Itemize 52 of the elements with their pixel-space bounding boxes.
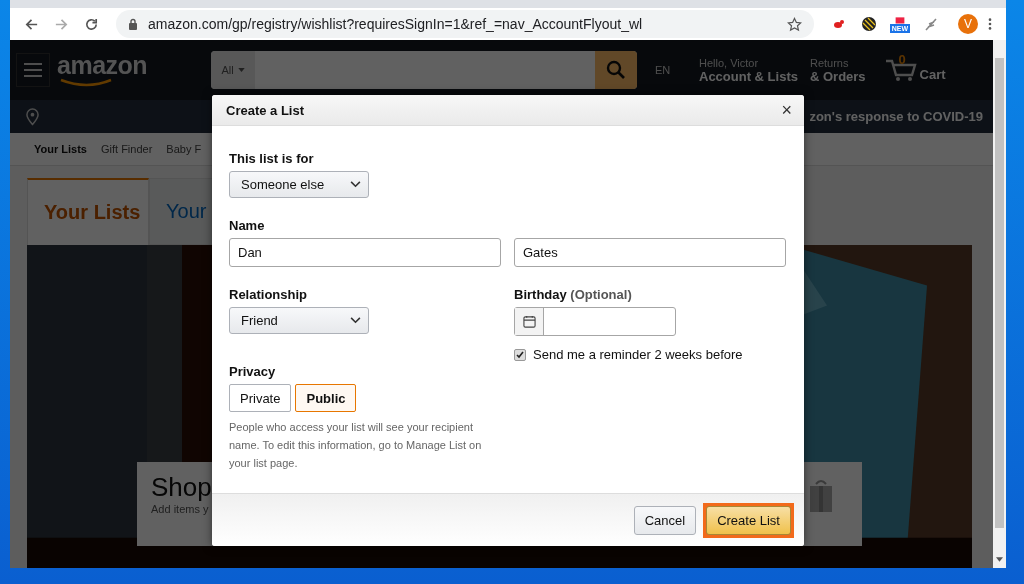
menu-button[interactable] [16, 53, 50, 87]
close-button[interactable]: × [781, 99, 792, 121]
privacy-option[interactable]: Private [229, 384, 292, 413]
dialog-title: Create a List [226, 102, 305, 118]
search-bar[interactable]: All [211, 51, 637, 89]
logo[interactable]: amazon [57, 52, 207, 88]
reminder-label: Send me a reminder 2 weeks before [533, 347, 743, 363]
reminder-checkbox[interactable] [514, 348, 526, 361]
scroll-down-arrow-icon[interactable] [996, 557, 1003, 562]
lock-icon [128, 18, 138, 30]
menu-icon[interactable] [988, 17, 992, 31]
create-list-button[interactable]: Create List [706, 505, 791, 535]
promo-text: Add items y [151, 503, 209, 515]
field-label: This list is for [229, 152, 314, 166]
striped-ball-icon[interactable] [860, 16, 877, 32]
greeting: Hello, Victor [699, 56, 760, 69]
covid-banner-link[interactable]: zon's response to COVID-19 [809, 109, 983, 124]
star-icon[interactable] [786, 16, 802, 32]
language-selector[interactable]: EN [655, 64, 687, 76]
privacy-note: People who access your list will see your recipient name. To edit this information, go to Manage List on your list page. [229, 420, 483, 472]
field-label: Relationship [229, 288, 307, 302]
privacy-option[interactable]: Public [295, 384, 357, 413]
promo-title: Shop [151, 472, 212, 503]
caret-icon[interactable] [237, 68, 245, 72]
orders-link[interactable]: & Orders [809, 68, 866, 84]
calendar-icon[interactable] [522, 315, 536, 329]
cart-link[interactable]: Cart [919, 67, 946, 82]
gift-icon [809, 478, 833, 512]
cancel-button[interactable]: Cancel [633, 505, 697, 535]
list-for-dropdown[interactable]: Someone else [229, 171, 369, 199]
field-label: Birthday (Optional) [514, 288, 632, 302]
chevron-down-icon[interactable] [350, 317, 361, 325]
birthday-field[interactable] [514, 307, 676, 337]
category-dropdown[interactable]: All [211, 51, 255, 89]
reload-icon[interactable] [84, 16, 99, 32]
feather-icon[interactable] [923, 16, 939, 32]
field-label: Privacy [229, 365, 276, 379]
relationship-dropdown[interactable]: Friend [229, 307, 369, 335]
field-label: Name [229, 219, 265, 233]
address-bar[interactable]: amazon.com/gp/registry/wishlist?requiresSignIn=1&ref_=nav_AccountFlyout_wl [116, 10, 814, 38]
profile-avatar[interactable]: V [958, 14, 978, 34]
returns-label: Returns [809, 56, 850, 69]
last-name-field[interactable]: Gates [514, 238, 786, 268]
account-link[interactable]: Account & Lists [699, 68, 798, 84]
subnav-link[interactable]: Baby F [166, 143, 202, 155]
chevron-down-icon[interactable] [350, 181, 361, 189]
subnav-link[interactable]: Gift Finder [101, 143, 153, 155]
cart-count: 0 [898, 52, 906, 67]
subnav-link[interactable]: Your Lists [34, 143, 87, 155]
scrollbar[interactable] [993, 40, 1006, 568]
lists-tab[interactable]: Your Lists [27, 178, 149, 245]
first-name-field[interactable]: Dan [229, 238, 501, 268]
